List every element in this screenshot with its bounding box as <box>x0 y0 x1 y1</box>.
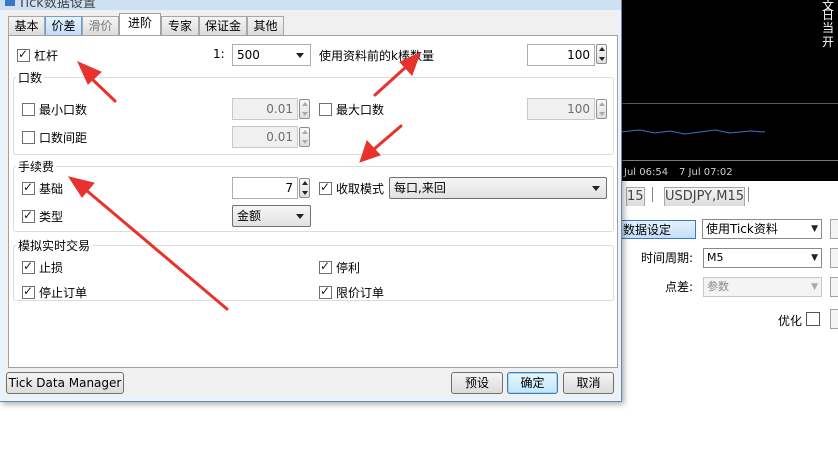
limit-orders-checkbox[interactable] <box>319 284 332 299</box>
chart-time-label: 7 Jul 07:02 <box>679 167 733 178</box>
tick-data-manager-button[interactable]: Tick Data Manager <box>6 372 124 394</box>
commission-type-label: 类型 <box>39 210 64 224</box>
period-select-value: M5 <box>707 251 724 264</box>
commission-type-value: 金额 <box>237 209 262 223</box>
commission-group <box>13 166 614 232</box>
min-lots-input[interactable]: 0.01 <box>232 98 298 120</box>
tab-margin[interactable]: 保证金 <box>199 16 247 35</box>
tab-slippage[interactable]: 滑价 <box>82 16 119 35</box>
tab-advanced[interactable]: 进阶 <box>119 13 161 36</box>
tab-spread[interactable]: 价差 <box>45 16 82 35</box>
leverage-checkbox[interactable] <box>17 47 30 62</box>
stop-orders-checkbox[interactable] <box>22 284 35 299</box>
edge-control[interactable] <box>830 248 838 268</box>
kbars-input[interactable]: 100 <box>527 44 595 66</box>
max-lots-input[interactable]: 100 <box>527 98 595 120</box>
simulation-group-title: 模拟实时交易 <box>16 237 93 254</box>
dialog-title: Tick数据设置 <box>18 0 96 10</box>
leverage-ratio-prefix: 1: <box>213 47 225 61</box>
ok-button[interactable]: 确定 <box>507 372 558 394</box>
commission-mode-select[interactable]: 每口,来回 <box>389 177 607 199</box>
tab-other[interactable]: 其他 <box>247 16 284 35</box>
leverage-label: 杠杆 <box>34 49 59 63</box>
model-select[interactable]: 使用Tick资料 ▼ <box>702 219 822 239</box>
chevron-down-icon: ▼ <box>811 224 818 234</box>
chart-price-line <box>619 129 766 135</box>
tab-separator <box>652 187 653 202</box>
kbars-spinner[interactable] <box>596 44 607 64</box>
chevron-down-icon <box>296 214 304 219</box>
commission-type-checkbox[interactable] <box>22 208 35 223</box>
chevron-down-icon <box>296 53 304 58</box>
edge-control[interactable] <box>830 219 838 239</box>
leverage-select[interactable]: 500 <box>232 44 311 66</box>
advanced-tab-panel: 杠杆 1: 500 使用资料前的k棒数量 100 口数 最小口数 0.01 最大… <box>8 35 618 368</box>
lot-step-input[interactable]: 0.01 <box>232 126 298 148</box>
period-label: 时间周期: <box>641 251 694 265</box>
spread-label: 点差: <box>665 280 694 294</box>
lots-group-title: 口数 <box>16 69 45 86</box>
dialog-client: 基本 价差 滑价 进阶 专家 保证金 其他 杠杆 1: 500 使用资料前的k棒… <box>4 10 618 397</box>
tab-expert[interactable]: 专家 <box>161 16 199 35</box>
commission-mode-checkbox[interactable] <box>319 180 332 195</box>
max-lots-spinner[interactable] <box>596 99 607 119</box>
min-lots-checkbox[interactable] <box>22 103 35 116</box>
app-icon <box>5 0 15 6</box>
min-lots-spinner[interactable] <box>299 99 310 119</box>
chevron-down-icon: ▼ <box>811 282 818 292</box>
simulation-group <box>13 245 614 301</box>
spread-select[interactable]: 参数 ▼ <box>703 277 822 297</box>
commission-type-select[interactable]: 金额 <box>232 205 311 227</box>
chart-text: 日 <box>822 8 835 22</box>
lot-step-spinner[interactable] <box>299 127 310 147</box>
tick-data-settings-dialog: Tick数据设置 基本 价差 滑价 进阶 专家 保证金 其他 杠杆 1: 500… <box>0 0 622 402</box>
strategy-tester-panel: 数据设定 使用Tick资料 ▼ 时间周期: M5 ▼ 点差: 参数 ▼ 优化 <box>600 209 838 451</box>
stop-orders-label: 停止订单 <box>39 286 88 300</box>
chart-tab[interactable]: 15 <box>626 187 645 206</box>
model-select-value: 使用Tick资料 <box>706 222 778 236</box>
optimize-checkbox[interactable] <box>806 312 820 326</box>
chart-tab[interactable]: USDJPY,M15 <box>664 187 745 206</box>
chart-time-axis <box>600 160 838 161</box>
chevron-down-icon: ▼ <box>811 253 818 263</box>
lot-step-label: 口数间距 <box>39 131 88 145</box>
dialog-titlebar[interactable]: Tick数据设置 <box>0 0 621 10</box>
lot-step-checkbox[interactable] <box>22 131 35 144</box>
commission-base-spinner[interactable] <box>299 178 310 198</box>
chart-separator <box>600 103 838 104</box>
stop-loss-label: 止损 <box>39 261 64 275</box>
commission-group-title: 手续费 <box>16 158 57 175</box>
max-lots-label: 最大口数 <box>336 103 385 117</box>
optimize-label: 优化 <box>778 314 803 328</box>
take-profit-checkbox[interactable] <box>319 259 332 274</box>
period-select[interactable]: M5 ▼ <box>703 248 822 268</box>
leverage-select-value: 500 <box>237 48 260 62</box>
preset-button[interactable]: 预设 <box>451 372 503 394</box>
commission-base-label: 基础 <box>39 182 64 196</box>
chart-text: 开 <box>822 35 835 49</box>
take-profit-label: 停利 <box>336 261 361 275</box>
spread-select-value: 参数 <box>707 280 729 293</box>
min-lots-label: 最小口数 <box>39 103 88 117</box>
edge-control[interactable] <box>830 309 838 329</box>
tab-basic[interactable]: 基本 <box>8 16 45 35</box>
chart-text: 当 <box>822 21 835 35</box>
commission-mode-label: 收取模式 <box>336 182 385 196</box>
edge-control[interactable] <box>830 277 838 297</box>
commission-base-input[interactable]: 7 <box>232 177 298 199</box>
tab-separator <box>748 187 749 202</box>
commission-base-checkbox[interactable] <box>22 180 35 195</box>
cancel-button[interactable]: 取消 <box>563 372 614 394</box>
chart-time-label: Jul 06:54 <box>624 167 669 178</box>
background-chart: 文 日 当 开 Jul 06:54 7 Jul 07:02 <box>600 0 838 181</box>
kbars-label: 使用资料前的k棒数量 <box>319 49 434 63</box>
commission-mode-value: 每口,来回 <box>394 181 446 195</box>
limit-orders-label: 限价订单 <box>336 286 385 300</box>
chevron-down-icon <box>592 186 600 191</box>
lots-group <box>13 77 614 155</box>
max-lots-checkbox[interactable] <box>319 103 332 116</box>
stop-loss-checkbox[interactable] <box>22 259 35 274</box>
chart-tabs: 15 USDJPY,M15 <box>600 181 838 210</box>
